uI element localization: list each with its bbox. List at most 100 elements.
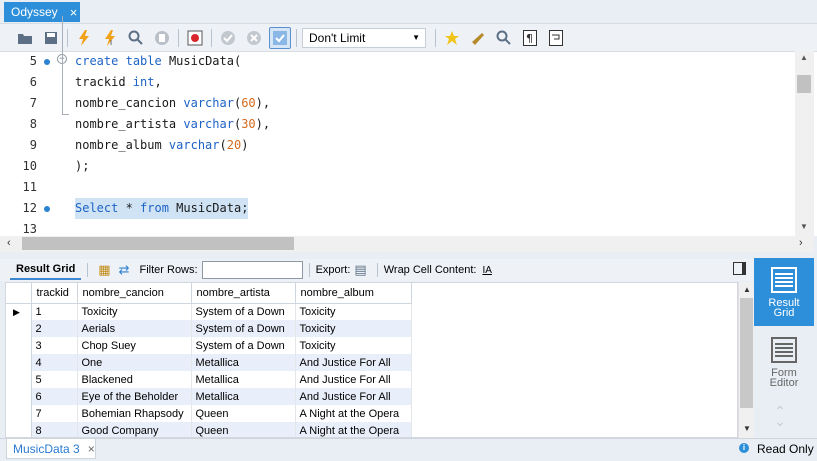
cell-nombre-cancion[interactable]: Toxicity xyxy=(77,303,192,320)
scroll-up-icon[interactable]: ▲ xyxy=(800,53,808,62)
execute-current-icon[interactable]: I xyxy=(99,27,121,49)
cell-trackid[interactable]: 1 xyxy=(31,303,78,320)
refresh-icon[interactable]: ⇄ xyxy=(119,262,130,278)
cell-nombre-cancion[interactable]: Aerials xyxy=(77,320,192,337)
row-selector[interactable] xyxy=(6,388,32,405)
cell-nombre-artista[interactable]: Metallica xyxy=(191,354,296,371)
cell-nombre-cancion[interactable]: Blackened xyxy=(77,371,192,388)
statement-marker-icon[interactable] xyxy=(44,206,50,212)
table-row[interactable]: 2 Aerials System of a Down Toxicity xyxy=(6,320,412,337)
panel-more-chevron-icon[interactable]: ⌃ ⌄ xyxy=(774,404,786,428)
code-line[interactable]: 9 nombre_album varchar(20) xyxy=(0,135,795,156)
column-header-nombre-artista[interactable]: nombre_artista xyxy=(191,283,296,304)
code-line[interactable]: 8 nombre_artista varchar(30), xyxy=(0,114,795,135)
stop-icon[interactable] xyxy=(151,27,173,49)
cell-trackid[interactable]: 5 xyxy=(31,371,78,388)
explain-icon[interactable] xyxy=(125,27,147,49)
column-header-nombre-cancion[interactable]: nombre_cancion xyxy=(77,283,192,304)
cell-trackid[interactable]: 8 xyxy=(31,422,78,437)
side-result-grid-button[interactable]: Result Grid xyxy=(754,258,814,326)
table-row[interactable]: 3 Chop Suey System of a Down Toxicity xyxy=(6,337,412,354)
cell-nombre-album[interactable]: And Justice For All xyxy=(295,354,412,371)
result-grid[interactable]: trackid nombre_cancion nombre_artista nombr… xyxy=(5,282,738,438)
table-row[interactable]: 4 One Metallica And Justice For All xyxy=(6,354,412,371)
cell-trackid[interactable]: 7 xyxy=(31,405,78,422)
cell-nombre-artista[interactable]: Metallica xyxy=(191,388,296,405)
row-selector[interactable] xyxy=(6,405,32,422)
cell-nombre-artista[interactable]: Metallica xyxy=(191,371,296,388)
toggle-side-panel-icon[interactable] xyxy=(733,262,746,275)
scroll-left-icon[interactable]: ‹ xyxy=(7,237,11,249)
tab-close-icon[interactable]: × xyxy=(70,6,78,19)
row-selector[interactable] xyxy=(6,422,32,437)
cell-trackid[interactable]: 3 xyxy=(31,337,78,354)
autocommit-icon[interactable] xyxy=(269,26,291,49)
cell-nombre-artista[interactable]: Queen xyxy=(191,405,296,422)
cell-nombre-album[interactable]: And Justice For All xyxy=(295,388,412,405)
cell-trackid[interactable]: 6 xyxy=(31,388,78,405)
invisible-chars-icon[interactable]: ¶ xyxy=(519,27,541,49)
sql-editor[interactable]: 5−create table MusicData(6 trackid int, 7 n… xyxy=(0,51,817,236)
row-selector[interactable] xyxy=(6,354,32,371)
cell-trackid[interactable]: 4 xyxy=(31,354,78,371)
scroll-down-icon[interactable]: ▼ xyxy=(743,424,751,433)
table-row[interactable]: 5 Blackened Metallica And Justice For All xyxy=(6,371,412,388)
cell-nombre-album[interactable]: Toxicity xyxy=(295,303,412,320)
scrollbar-thumb[interactable] xyxy=(797,75,811,93)
cell-trackid[interactable]: 2 xyxy=(31,320,78,337)
code-line[interactable]: 10); xyxy=(0,156,795,177)
open-folder-icon[interactable] xyxy=(14,27,36,49)
cell-nombre-album[interactable]: A Night at the Opera xyxy=(295,422,412,437)
wrap-cell-icon[interactable]: IA xyxy=(482,265,491,276)
cell-nombre-album[interactable]: And Justice For All xyxy=(295,371,412,388)
statement-marker-icon[interactable] xyxy=(44,59,50,65)
column-header-nombre-album[interactable]: nombre_album xyxy=(295,283,412,304)
scrollbar-thumb[interactable] xyxy=(22,237,294,250)
code-line[interactable]: 6 trackid int, xyxy=(0,72,795,93)
save-icon[interactable] xyxy=(40,27,62,49)
scroll-up-icon[interactable]: ▲ xyxy=(743,285,751,294)
cell-nombre-cancion[interactable]: Eye of the Beholder xyxy=(77,388,192,405)
row-selector[interactable] xyxy=(6,320,32,337)
grid-icon[interactable]: ▦ xyxy=(98,262,110,278)
cell-nombre-artista[interactable]: System of a Down xyxy=(191,303,296,320)
tab-odyssey[interactable]: Odyssey × xyxy=(4,2,80,22)
row-selector[interactable] xyxy=(6,337,32,354)
find-icon[interactable] xyxy=(493,27,515,49)
result-grid-tab[interactable]: Result Grid xyxy=(10,260,82,280)
toggle-error-icon[interactable] xyxy=(184,27,206,49)
bookmark-icon[interactable] xyxy=(441,27,463,49)
code-line[interactable]: 11 xyxy=(0,177,795,198)
side-form-editor-button[interactable]: Form Editor xyxy=(754,328,814,396)
code-line[interactable]: 7 nombre_cancion varchar(60), xyxy=(0,93,795,114)
cell-nombre-cancion[interactable]: One xyxy=(77,354,192,371)
code-line[interactable]: 5−create table MusicData( xyxy=(0,51,795,72)
cell-nombre-artista[interactable]: System of a Down xyxy=(191,337,296,354)
table-row[interactable]: 7 Bohemian Rhapsody Queen A Night at the Op… xyxy=(6,405,412,422)
result-tab-musicdata-3[interactable]: MusicData 3 × xyxy=(6,439,96,459)
table-row[interactable]: 8 Good Company Queen A Night at the Opera xyxy=(6,422,412,437)
row-selector[interactable] xyxy=(6,371,32,388)
wrap-icon[interactable] xyxy=(545,27,567,49)
editor-horizontal-scrollbar[interactable]: ‹ › xyxy=(0,236,814,252)
cell-nombre-artista[interactable]: Queen xyxy=(191,422,296,437)
grid-vertical-scrollbar[interactable]: ▲ ▼ xyxy=(738,282,754,438)
cell-nombre-cancion[interactable]: Good Company xyxy=(77,422,192,437)
editor-vertical-scrollbar[interactable]: ▲ ▼ xyxy=(795,51,814,236)
scrollbar-thumb[interactable] xyxy=(740,298,753,408)
beautify-icon[interactable] xyxy=(467,27,489,49)
table-row[interactable]: ▶ 1 Toxicity System of a Down Toxicity xyxy=(6,303,412,320)
scroll-right-icon[interactable]: › xyxy=(799,237,803,249)
row-selector-current[interactable]: ▶ xyxy=(6,303,32,320)
cell-nombre-cancion[interactable]: Chop Suey xyxy=(77,337,192,354)
close-icon[interactable]: × xyxy=(88,442,95,456)
code-line[interactable]: 12 Select * from MusicData; xyxy=(0,198,795,219)
filter-rows-input[interactable] xyxy=(201,261,303,279)
cell-nombre-artista[interactable]: System of a Down xyxy=(191,320,296,337)
rollback-icon[interactable] xyxy=(243,27,265,49)
column-header-trackid[interactable]: trackid xyxy=(31,283,78,304)
cell-nombre-album[interactable]: Toxicity xyxy=(295,320,412,337)
commit-icon[interactable] xyxy=(217,27,239,49)
cell-nombre-cancion[interactable]: Bohemian Rhapsody xyxy=(77,405,192,422)
scroll-down-icon[interactable]: ▼ xyxy=(800,222,808,231)
